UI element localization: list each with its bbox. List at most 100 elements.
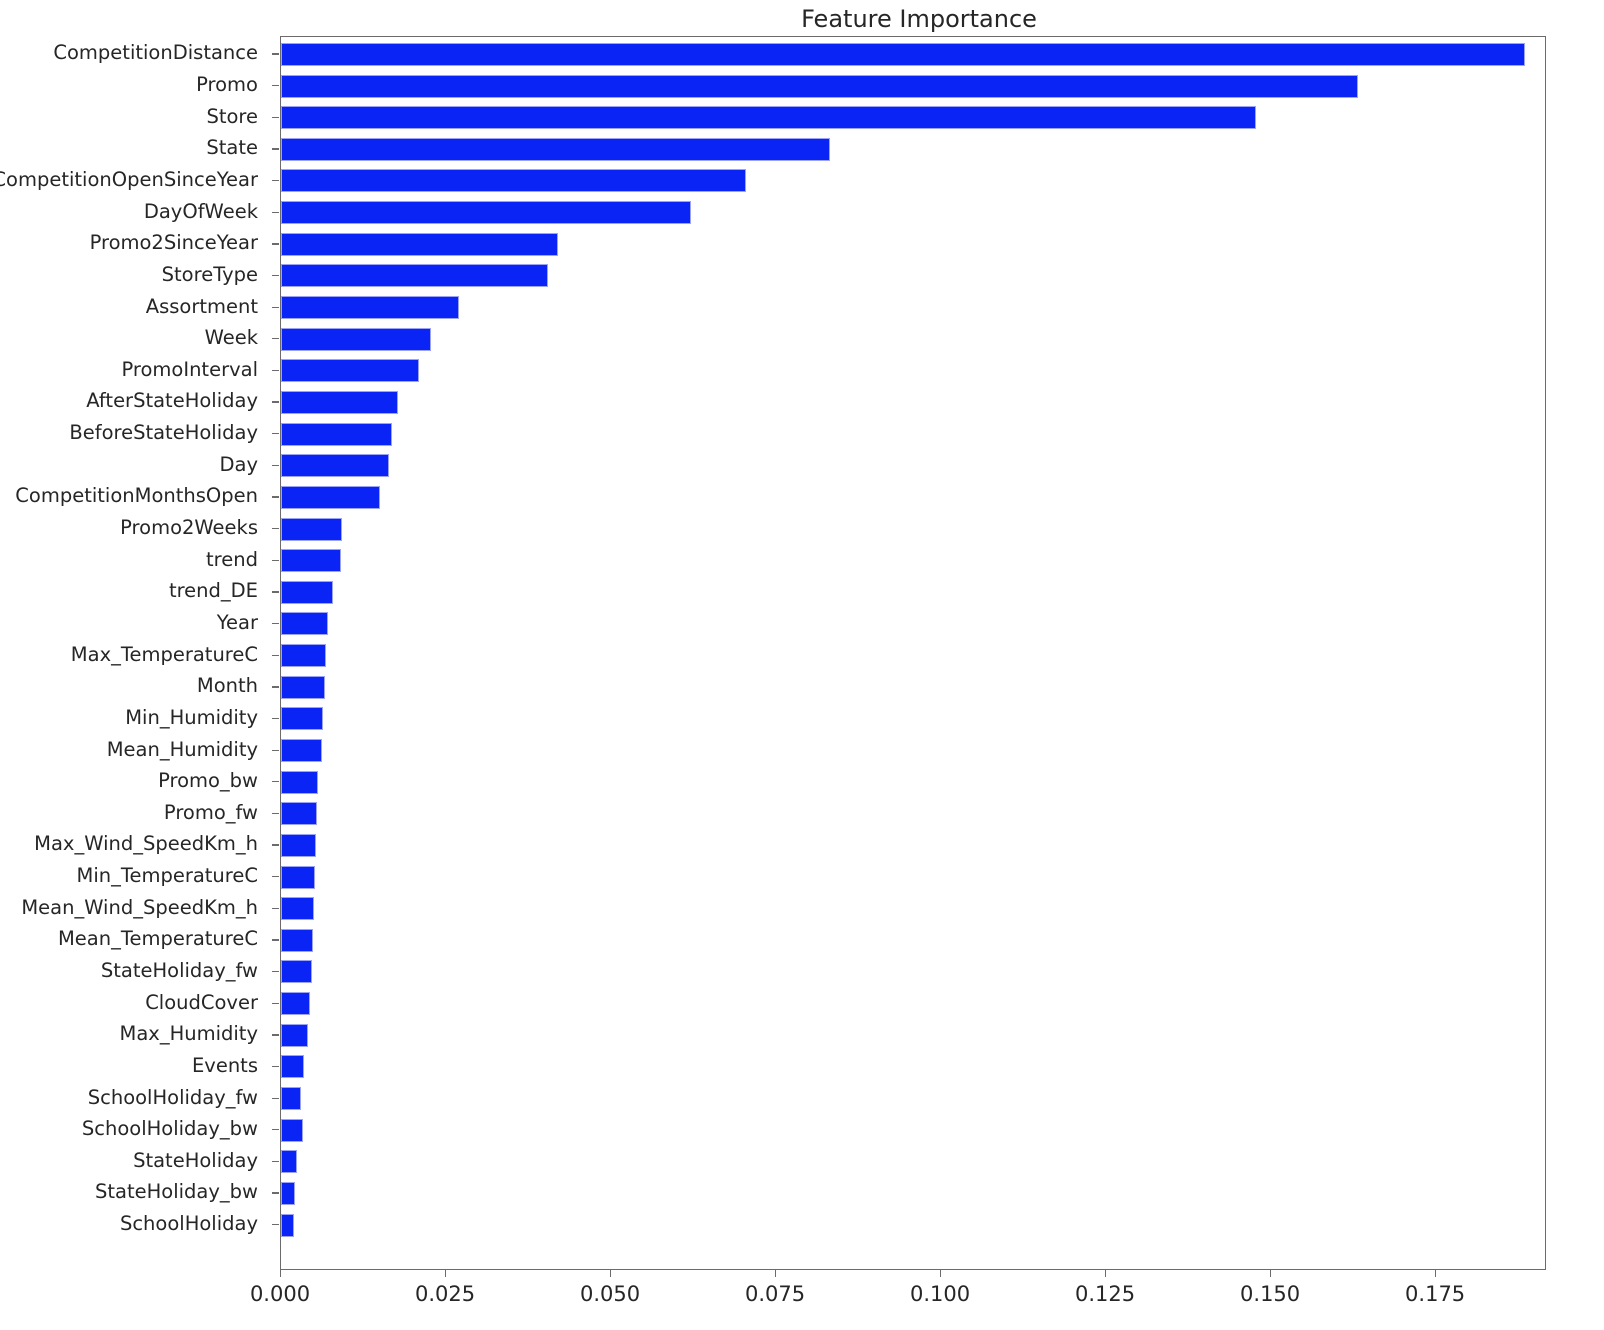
bar-row: [281, 1150, 1547, 1174]
bar-row: [281, 928, 1547, 952]
bar-row: [281, 232, 1547, 256]
y-tick-mark: [272, 179, 279, 182]
bar: [281, 707, 324, 731]
y-tick-label: Min_TemperatureC: [76, 864, 259, 888]
y-tick-mark: [272, 1160, 279, 1163]
x-tick-label: 0.075: [744, 1282, 806, 1306]
y-tick-label: Mean_TemperatureC: [57, 927, 258, 951]
bar: [281, 106, 1256, 130]
x-tick-label: 0.025: [414, 1282, 476, 1306]
y-tick-label: trend: [206, 547, 258, 571]
y-tick-label: Promo_bw: [158, 769, 258, 793]
y-tick-label: Assortment: [145, 294, 258, 318]
y-tick-mark: [272, 781, 279, 783]
y-tick-mark: [272, 1065, 279, 1068]
y-axis-labels: CompetitionDistance Promo Store State Compet…: [0, 36, 279, 1270]
bar: [281, 992, 311, 1016]
x-tick-mark: [1435, 1270, 1437, 1277]
bar-row: [281, 201, 1547, 225]
y-tick-label: Max_TemperatureC: [70, 642, 258, 666]
y-tick-mark: [272, 876, 279, 878]
y-tick-label: Max_Humidity: [119, 1022, 258, 1046]
y-tick-label: Max_Wind_SpeedKm_h: [34, 832, 258, 856]
bar: [281, 137, 831, 161]
bar-row: [281, 327, 1547, 351]
bar-row: [281, 106, 1547, 130]
bar: [281, 865, 315, 889]
x-tick-mark: [940, 1270, 942, 1277]
bar: [281, 897, 314, 921]
y-tick-mark: [272, 907, 279, 909]
bar: [281, 74, 1359, 98]
bar-row: [281, 897, 1547, 921]
y-tick-mark: [272, 1097, 279, 1099]
y-tick-label: DayOfWeek: [143, 199, 258, 223]
bar-row: [281, 960, 1547, 984]
y-tick-mark: [272, 274, 279, 277]
bar-row: [281, 549, 1547, 573]
bar: [281, 833, 316, 857]
bar: [281, 549, 342, 573]
bar-row: [281, 359, 1547, 383]
x-tick-label: 0.150: [1240, 1282, 1301, 1306]
y-tick-label: CompetitionMonthsOpen: [15, 484, 258, 508]
bar-row: [281, 485, 1547, 509]
bar: [281, 1181, 295, 1205]
bar: [281, 612, 328, 636]
bar-row: [281, 1181, 1547, 1205]
bar-row: [281, 1055, 1547, 1079]
x-tick-label: 0.000: [249, 1282, 311, 1306]
bar: [281, 454, 390, 478]
bar-row: [281, 296, 1547, 320]
y-tick-mark: [272, 433, 279, 435]
bar: [281, 485, 380, 509]
y-tick-label: BeforeStateHoliday: [69, 421, 258, 445]
y-tick-label: StateHoliday_fw: [100, 958, 258, 982]
bar-row: [281, 517, 1547, 541]
y-tick-mark: [272, 939, 279, 941]
y-tick-label: StoreType: [161, 262, 258, 286]
bar-row: [281, 137, 1547, 161]
bar: [281, 770, 318, 794]
bar: [281, 739, 322, 762]
y-tick-label: Min_Humidity: [125, 705, 258, 729]
bar: [281, 1118, 303, 1142]
y-tick-label: Week: [204, 326, 258, 350]
y-tick-mark: [272, 401, 279, 403]
bar: [281, 201, 691, 225]
y-tick-label: CloudCover: [145, 990, 258, 1014]
y-tick-mark: [272, 749, 279, 751]
bar-row: [281, 802, 1547, 826]
y-tick-mark: [272, 369, 279, 372]
bar-row: [281, 169, 1547, 193]
bar: [281, 390, 398, 414]
bar-row: [281, 454, 1547, 478]
y-tick-mark: [272, 844, 279, 846]
x-tick-mark: [610, 1270, 612, 1277]
feature-importance-figure: Feature Importance CompetitionDistance Pr…: [0, 0, 1604, 1330]
y-tick-mark: [272, 686, 279, 688]
y-tick-mark: [272, 812, 279, 815]
y-tick-label: Mean_Humidity: [106, 737, 258, 761]
y-tick-label: StateHoliday: [133, 1148, 258, 1172]
y-tick-mark: [272, 591, 279, 593]
y-tick-mark: [272, 306, 279, 308]
bar-row: [281, 74, 1547, 98]
bar-row: [281, 1087, 1547, 1111]
bar-row: [281, 264, 1547, 288]
bar: [281, 802, 317, 826]
y-tick-mark: [272, 1002, 279, 1004]
y-tick-mark: [272, 717, 279, 720]
y-tick-mark: [272, 1192, 279, 1194]
y-tick-label: Store: [206, 104, 258, 128]
bar: [281, 960, 313, 984]
y-tick-label: State: [206, 136, 258, 160]
bar-row: [281, 42, 1547, 66]
y-tick-label: Mean_Wind_SpeedKm_h: [21, 895, 258, 919]
x-tick-label: 0.050: [579, 1282, 641, 1306]
bar: [281, 1213, 294, 1237]
bar-row: [281, 644, 1547, 668]
bar-row: [281, 739, 1547, 762]
y-tick-label: trend_DE: [168, 579, 258, 603]
y-tick-label: Promo2SinceYear: [89, 231, 258, 255]
